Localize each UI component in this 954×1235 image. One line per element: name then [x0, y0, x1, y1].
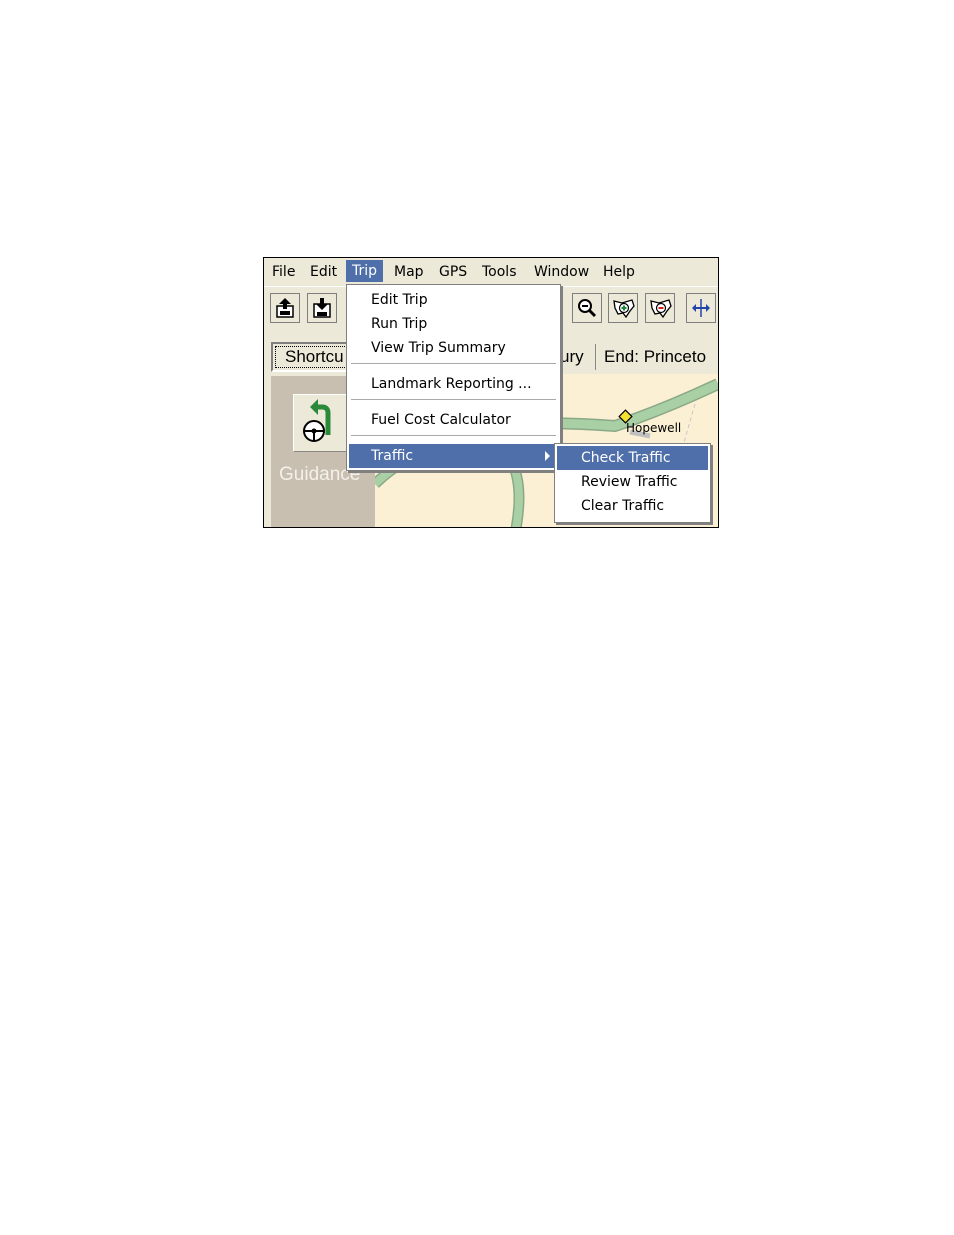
menu-item-view-trip-summary[interactable]: View Trip Summary — [349, 336, 558, 360]
map-city-label: Hopewell — [626, 421, 682, 435]
menu-separator — [351, 363, 556, 365]
menu-item-edit-trip[interactable]: Edit Trip — [349, 288, 558, 312]
menu-help[interactable]: Help — [597, 262, 641, 282]
route-tab-start[interactable]: ury — [560, 342, 584, 372]
menu-window[interactable]: Window — [528, 262, 595, 282]
menu-separator — [351, 399, 556, 401]
menu-item-traffic[interactable]: Traffic — [349, 444, 558, 468]
menu-item-landmark-reporting[interactable]: Landmark Reporting ... — [349, 372, 558, 396]
menu-separator — [351, 435, 556, 437]
menu-item-check-traffic[interactable]: Check Traffic — [557, 446, 708, 470]
zoom-in-us-map-button[interactable] — [608, 293, 638, 323]
upload-button[interactable] — [270, 293, 300, 323]
menu-tools[interactable]: Tools — [476, 262, 523, 282]
menu-item-fuel-cost-calculator[interactable]: Fuel Cost Calculator — [349, 408, 558, 432]
steering-wheel-turn-icon — [303, 399, 331, 442]
menu-trip[interactable]: Trip — [346, 260, 384, 282]
menu-bar: File Edit Trip Map GPS Tools Window Help — [264, 258, 718, 284]
zoom-in-us-map-icon — [613, 299, 635, 319]
tab-divider — [595, 344, 596, 370]
menu-file[interactable]: File — [266, 262, 301, 282]
download-button[interactable] — [307, 293, 337, 323]
menu-item-traffic-label: Traffic — [371, 448, 414, 464]
guidance-button[interactable] — [293, 394, 347, 452]
download-icon — [313, 298, 331, 318]
traffic-submenu: Check Traffic Review Traffic Clear Traff… — [554, 443, 711, 523]
pan-arrows-icon — [692, 299, 710, 317]
trip-menu: Edit Trip Run Trip View Trip Summary Lan… — [346, 284, 561, 471]
menu-item-review-traffic[interactable]: Review Traffic — [557, 470, 708, 494]
route-tab-end[interactable]: End: Princeto — [604, 342, 706, 372]
zoom-out-icon — [578, 299, 597, 318]
menu-gps[interactable]: GPS — [433, 262, 473, 282]
menu-edit[interactable]: Edit — [304, 262, 343, 282]
app-window: File Edit Trip Map GPS Tools Window Help — [263, 257, 719, 528]
upload-icon — [276, 298, 294, 318]
route-tabs: ury End: Princeto — [544, 342, 718, 372]
submenu-arrow-icon — [545, 451, 550, 461]
zoom-out-us-map-button[interactable] — [645, 293, 675, 323]
menu-item-run-trip[interactable]: Run Trip — [349, 312, 558, 336]
pan-button[interactable] — [686, 293, 716, 323]
zoom-out-us-map-icon — [650, 299, 672, 319]
menu-map[interactable]: Map — [388, 262, 430, 282]
menu-item-clear-traffic[interactable]: Clear Traffic — [557, 494, 708, 518]
zoom-out-button[interactable] — [572, 293, 602, 323]
